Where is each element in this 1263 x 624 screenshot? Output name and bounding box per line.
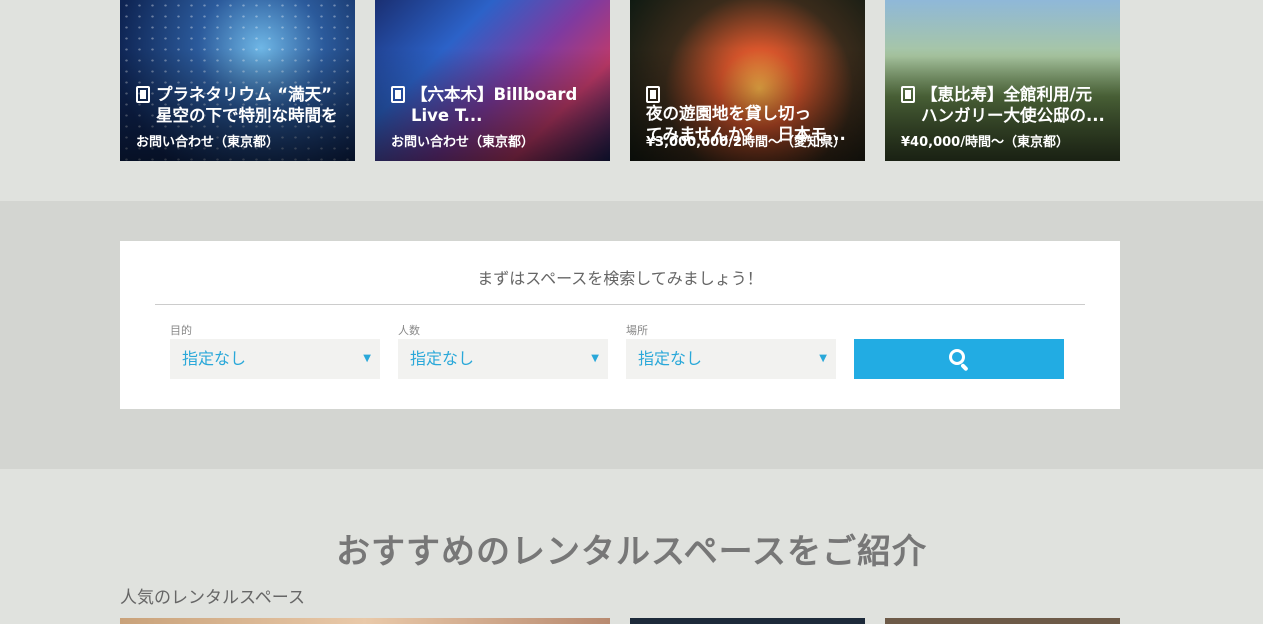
- people-label: 人数: [398, 324, 420, 337]
- section-title: おすすめのレンタルスペースをご紹介: [336, 532, 927, 572]
- space-card-price: ¥40,000/時間〜（東京都）: [901, 135, 1069, 150]
- space-card-title: 【恵比寿】全館利用/元 ハンガリー大使公邸の...: [901, 84, 1110, 126]
- people-select-value: 指定なし: [410, 349, 475, 368]
- space-card-badge-icon: [646, 86, 660, 103]
- space-card-badge-icon: [136, 86, 150, 103]
- location-field: 場所 指定なし ▼: [626, 322, 836, 379]
- people-field: 人数 指定なし ▼: [398, 322, 608, 379]
- top-space-cards: プラネタリウム “満天” 星空の下で特別な時間を お問い合わせ（東京都） 【六本…: [120, 0, 1120, 161]
- space-card-amusement-park[interactable]: 夜の遊園地を貸し切っ てみませんか？ 日本モ... ¥3,000,000/2時間…: [630, 0, 865, 161]
- purpose-select-value: 指定なし: [182, 349, 247, 368]
- space-card-badge-icon: [901, 86, 915, 103]
- space-card-badge-icon: [391, 86, 405, 103]
- space-card-price: お問い合わせ（東京都）: [391, 135, 535, 150]
- search-heading: まずはスペースを検索してみましょう！: [477, 269, 763, 288]
- chevron-down-icon: ▼: [363, 353, 371, 364]
- section-subtitle: 人気のレンタルスペース: [120, 588, 305, 608]
- space-card-title: プラネタリウム “満天” 星空の下で特別な時間を: [136, 84, 345, 126]
- chevron-down-icon: ▼: [591, 353, 599, 364]
- purpose-label: 目的: [170, 324, 192, 337]
- location-select[interactable]: 指定なし ▼: [626, 339, 836, 379]
- search-panel: まずはスペースを検索してみましょう！ 目的 指定なし ▼ 人数 指定なし ▼ 場…: [120, 241, 1120, 409]
- chevron-down-icon: ▼: [819, 353, 827, 364]
- purpose-select[interactable]: 指定なし ▼: [170, 339, 380, 379]
- popular-space-card[interactable]: [885, 618, 1120, 624]
- divider: [155, 304, 1085, 305]
- purpose-field: 目的 指定なし ▼: [170, 322, 380, 379]
- space-card-title: 【六本木】Billboard Live T...: [391, 84, 600, 126]
- search-section: まずはスペースを検索してみましょう！ 目的 指定なし ▼ 人数 指定なし ▼ 場…: [0, 201, 1263, 469]
- location-select-value: 指定なし: [638, 349, 703, 368]
- people-select[interactable]: 指定なし ▼: [398, 339, 608, 379]
- space-card-ebisu[interactable]: 【恵比寿】全館利用/元 ハンガリー大使公邸の... ¥40,000/時間〜（東京…: [885, 0, 1120, 161]
- popular-space-card[interactable]: [120, 618, 610, 624]
- space-card-planetarium[interactable]: プラネタリウム “満天” 星空の下で特別な時間を お問い合わせ（東京都）: [120, 0, 355, 161]
- space-card-price: ¥3,000,000/2時間〜（愛知県）: [646, 135, 847, 150]
- search-button[interactable]: [854, 339, 1064, 379]
- search-icon: [948, 348, 970, 372]
- space-card-billboard[interactable]: 【六本木】Billboard Live T... お問い合わせ（東京都）: [375, 0, 610, 161]
- popular-space-card[interactable]: [630, 618, 865, 624]
- location-label: 場所: [626, 324, 648, 337]
- space-card-price: お問い合わせ（東京都）: [136, 135, 280, 150]
